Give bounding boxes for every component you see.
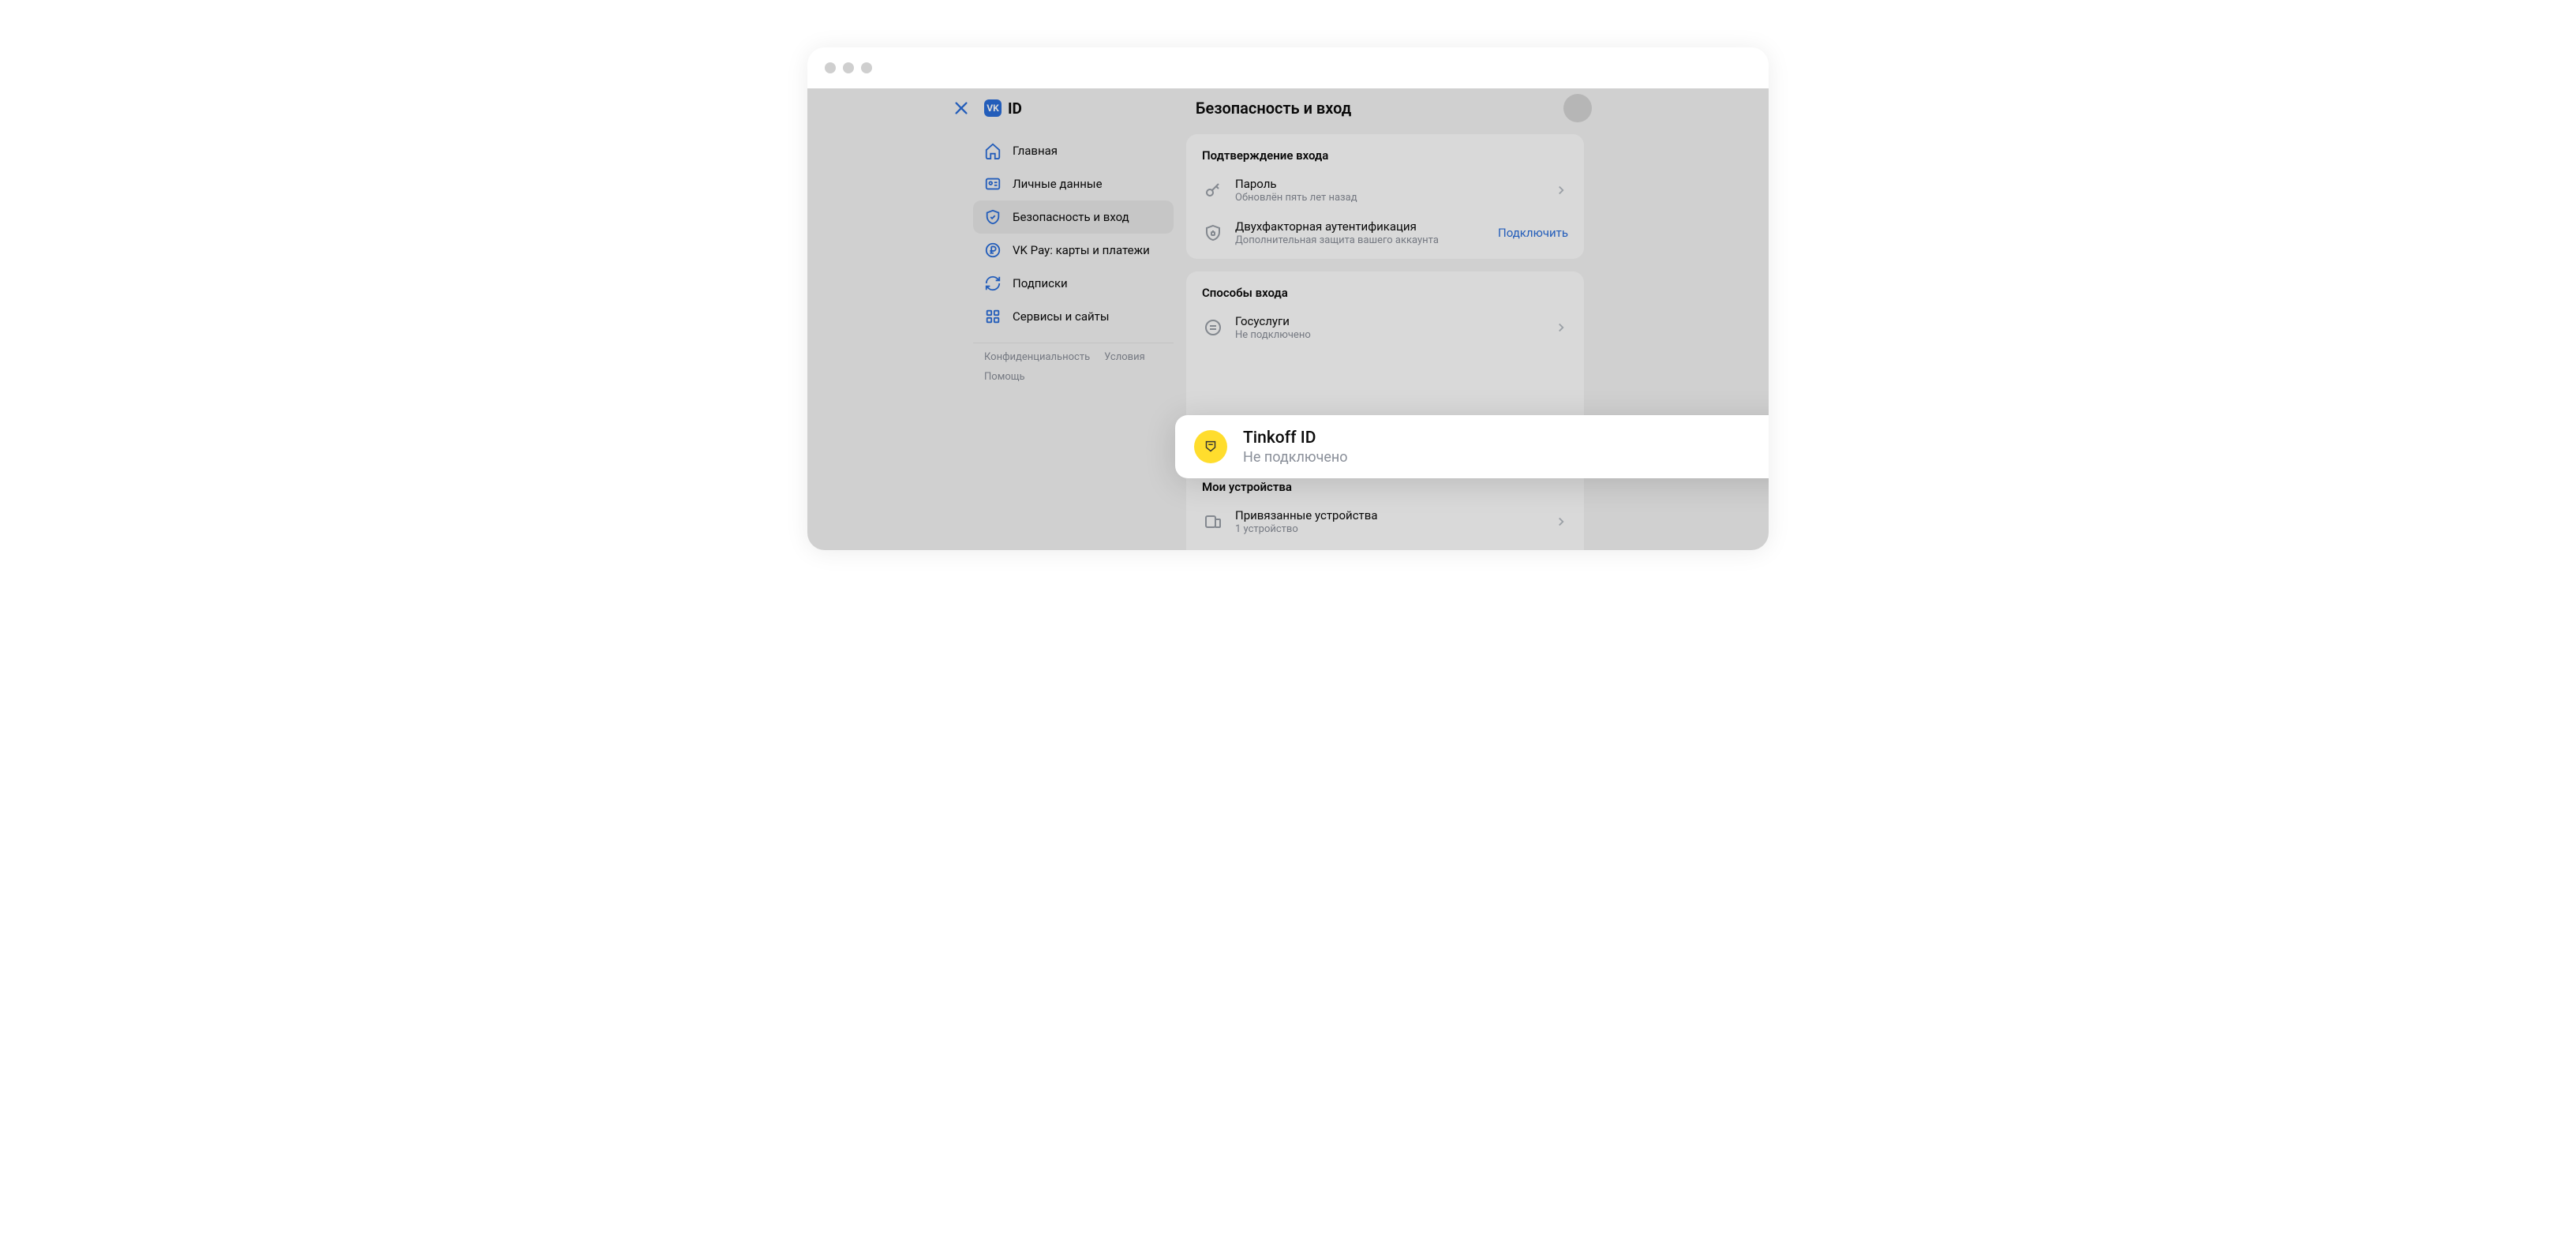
connect-button[interactable]: Подключить <box>1498 226 1568 240</box>
sidebar-item-label: VK Pay: карты и платежи <box>1013 243 1150 257</box>
page-title: Безопасность и вход <box>1196 99 1351 118</box>
card-title: Подтверждение входа <box>1202 148 1568 163</box>
app-header: VK ID Безопасность и вход <box>807 88 1769 128</box>
row-linked-devices[interactable]: Привязанные устройства 1 устройство <box>1202 500 1568 543</box>
devices-icon <box>1202 511 1224 533</box>
row-label: Госуслуги <box>1235 314 1543 328</box>
row-sub: 1 устройство <box>1235 523 1543 535</box>
sidebar-item-services[interactable]: Сервисы и сайты <box>973 300 1174 333</box>
sidebar-item-security[interactable]: Безопасность и вход <box>973 200 1174 234</box>
brand-suffix: ID <box>1008 99 1022 118</box>
tinkoff-sub: Не подключено <box>1243 449 1769 466</box>
sidebar-item-label: Главная <box>1013 144 1058 158</box>
row-sub: Не подключено <box>1235 329 1543 341</box>
apps-grid-icon <box>984 308 1002 325</box>
gosuslugi-icon <box>1202 316 1224 339</box>
sidebar-item-label: Личные данные <box>1013 177 1103 191</box>
content-row: Главная Личные данные Безопасность и вхо… <box>807 128 1769 550</box>
chevron-right-icon <box>1554 515 1568 529</box>
footer-links: Конфиденциальность Условия Помощь <box>973 343 1174 383</box>
card-title: Способы входа <box>1202 286 1568 300</box>
row-sub: Дополнительная защита вашего аккаунта <box>1235 234 1487 246</box>
ruble-icon <box>984 242 1002 259</box>
row-activity-history[interactable]: История активности Последний вход: сегод… <box>1202 543 1568 550</box>
row-tinkoff-highlighted[interactable]: Tinkoff ID Не подключено <box>1175 415 1769 478</box>
mac-window: VK ID Безопасность и вход Главная Личные… <box>807 47 1769 550</box>
chevron-right-icon <box>1554 320 1568 335</box>
shield-check-icon <box>984 208 1002 226</box>
traffic-light-close[interactable] <box>825 62 836 73</box>
footer-privacy-link[interactable]: Конфиденциальность <box>984 351 1090 363</box>
tinkoff-icon <box>1194 430 1227 463</box>
sidebar-item-subscriptions[interactable]: Подписки <box>973 267 1174 300</box>
row-label: Двухфакторная аутентификация <box>1235 219 1487 234</box>
row-password[interactable]: Пароль Обновлён пять лет назад <box>1202 169 1568 212</box>
row-label: Привязанные устройства <box>1235 508 1543 522</box>
key-icon <box>1202 179 1224 201</box>
row-gosuslugi[interactable]: Госуслуги Не подключено <box>1202 306 1568 349</box>
tinkoff-title: Tinkoff ID <box>1243 429 1769 447</box>
footer-terms-link[interactable]: Условия <box>1104 351 1145 363</box>
card-title: Мои устройства <box>1202 480 1568 494</box>
shield-lock-icon <box>1202 222 1224 244</box>
app-body: VK ID Безопасность и вход Главная Личные… <box>807 88 1769 550</box>
vk-logo-icon: VK <box>984 99 1002 117</box>
refresh-icon <box>984 275 1002 292</box>
sidebar-item-label: Подписки <box>1013 276 1068 290</box>
sidebar-item-personal[interactable]: Личные данные <box>973 167 1174 200</box>
avatar[interactable] <box>1563 94 1592 122</box>
row-sub: Обновлён пять лет назад <box>1235 192 1543 204</box>
brand: VK ID <box>984 99 1022 118</box>
home-icon <box>984 142 1002 159</box>
card-login-confirm: Подтверждение входа Пароль Обновлён пять… <box>1186 134 1584 259</box>
sidebar-item-label: Безопасность и вход <box>1013 210 1129 224</box>
mac-titlebar <box>807 47 1769 88</box>
traffic-light-zoom[interactable] <box>861 62 872 73</box>
chevron-right-icon <box>1554 183 1568 197</box>
footer-help-link[interactable]: Помощь <box>984 371 1025 383</box>
row-2fa[interactable]: Двухфакторная аутентификация Дополнитель… <box>1202 212 1568 254</box>
sidebar-item-home[interactable]: Главная <box>973 134 1174 167</box>
row-label: Пароль <box>1235 177 1543 191</box>
main-column: Подтверждение входа Пароль Обновлён пять… <box>1186 134 1584 550</box>
id-card-icon <box>984 175 1002 193</box>
sidebar-item-vkpay[interactable]: VK Pay: карты и платежи <box>973 234 1174 267</box>
close-icon[interactable] <box>953 99 970 117</box>
traffic-light-minimize[interactable] <box>843 62 854 73</box>
sidebar-item-label: Сервисы и сайты <box>1013 309 1110 324</box>
sidebar: Главная Личные данные Безопасность и вхо… <box>973 134 1174 383</box>
card-devices: Мои устройства Привязанные устройства 1 … <box>1186 466 1584 550</box>
